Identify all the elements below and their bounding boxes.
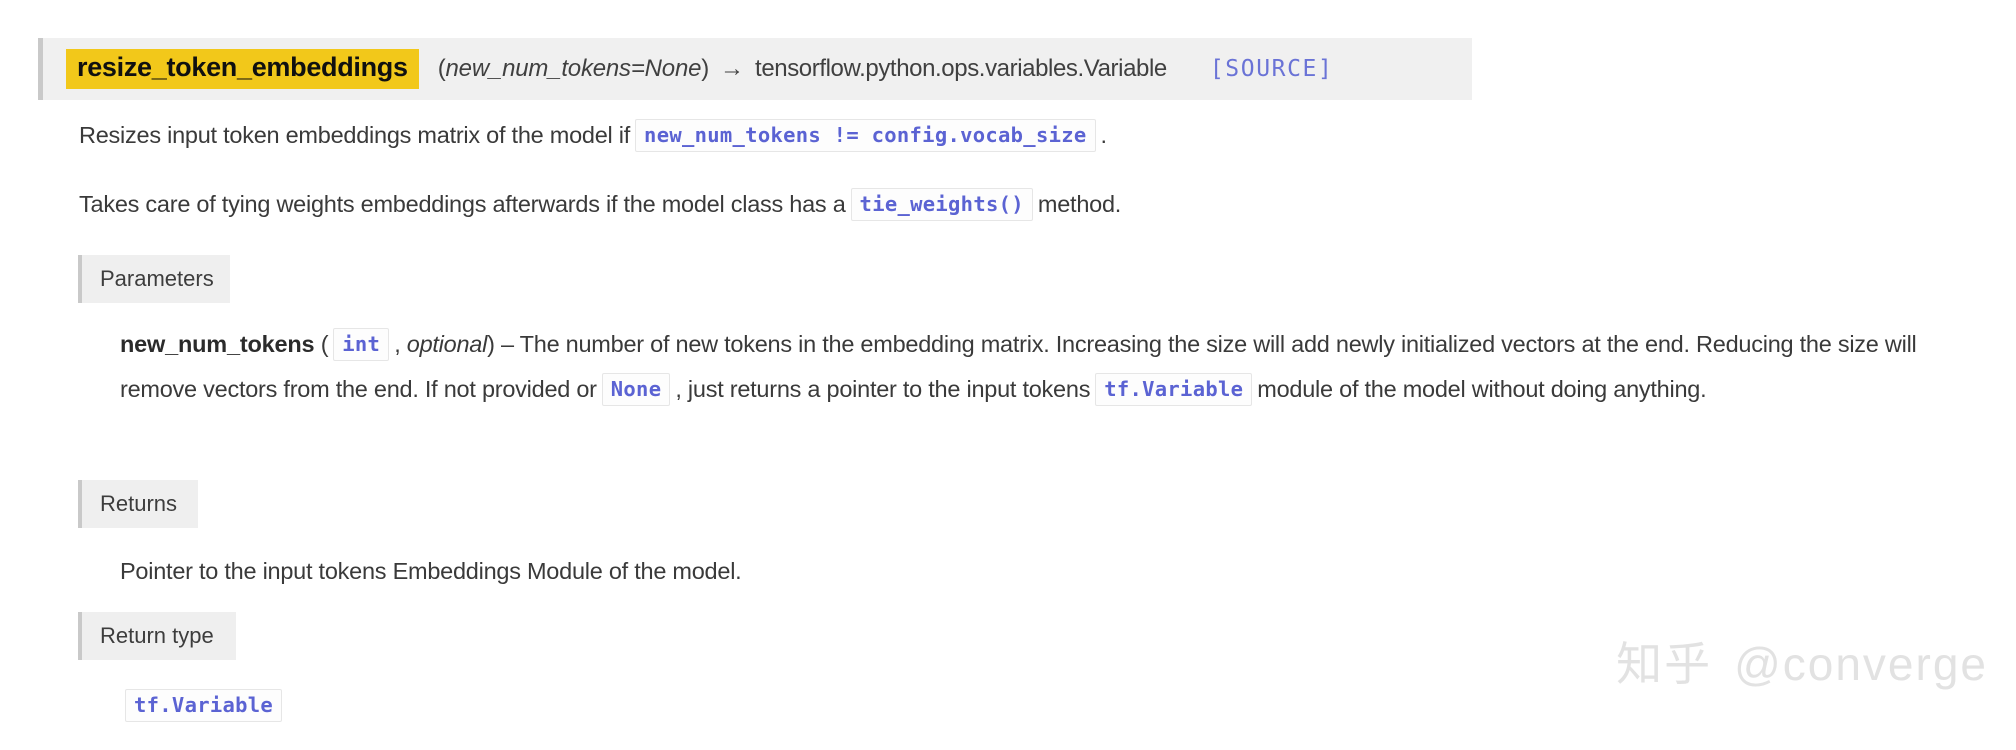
zhihu-logo-text: 知乎 <box>1616 638 1713 690</box>
inline-code-int: int <box>333 328 390 361</box>
parameter-description-part-2: , just returns a pointer to the input to… <box>675 376 1091 402</box>
field-header-returns-label: Returns <box>100 491 178 516</box>
return-arrow-icon: → <box>720 55 745 82</box>
description-paragraph-1: Resizes input token embeddings matrix of… <box>79 119 1108 152</box>
field-header-parameters-label: Parameters <box>100 266 214 291</box>
field-body-return-type: tf.Variable <box>120 683 287 728</box>
parameter-type-comma: , <box>394 331 401 357</box>
method-parameters: (new_num_tokens=None) <box>437 55 710 83</box>
inline-code-none: None <box>601 373 671 406</box>
field-header-parameters: Parameters <box>78 255 230 303</box>
field-header-returns: Returns <box>78 480 198 528</box>
method-signature-bar: resize_token_embeddings (new_num_tokens=… <box>38 38 1472 100</box>
paragraph-2-text-after: method. <box>1037 191 1122 217</box>
paragraph-1-text-before: Resizes input token embeddings matrix of… <box>79 122 631 148</box>
parameter-type-paren-open: ( <box>320 331 329 357</box>
api-doc-page: resize_token_embeddings (new_num_tokens=… <box>0 0 2016 750</box>
parameter-name: new_num_tokens <box>120 331 315 357</box>
paragraph-1-text-after: . <box>1100 122 1108 148</box>
inline-code-return-type: tf.Variable <box>125 689 283 722</box>
parameter-optional-marker: optional <box>406 331 488 357</box>
method-name: resize_token_embeddings <box>66 49 419 89</box>
paragraph-2-text-before: Takes care of tying weights embeddings a… <box>79 191 846 217</box>
field-body-parameters: new_num_tokens (int, optional) – The num… <box>120 322 1950 412</box>
return-annotation: tensorflow.python.ops.variables.Variable <box>755 55 1167 82</box>
parameter-signature-text: new_num_tokens=None <box>445 55 702 82</box>
zhihu-watermark: 知乎 @converge <box>1616 628 1988 694</box>
parameter-description-part-3: module of the model without doing anythi… <box>1257 376 1707 402</box>
inline-code-vocab-check: new_num_tokens != config.vocab_size <box>635 119 1096 152</box>
inline-code-tie-weights: tie_weights() <box>850 188 1033 221</box>
source-link[interactable]: [SOURCE] <box>1210 56 1334 82</box>
paren-close: ) <box>701 55 710 82</box>
field-header-return-type: Return type <box>78 612 236 660</box>
parameter-type-paren-close: ) <box>487 331 495 357</box>
paren-open: ( <box>437 55 446 82</box>
inline-code-tf-variable: tf.Variable <box>1095 373 1253 406</box>
parameter-dash: – <box>500 331 514 357</box>
field-header-return-type-label: Return type <box>100 623 214 648</box>
zhihu-handle: @converge <box>1734 638 1988 690</box>
description-paragraph-2: Takes care of tying weights embeddings a… <box>79 188 1122 221</box>
field-body-returns: Pointer to the input tokens Embeddings M… <box>120 558 742 584</box>
